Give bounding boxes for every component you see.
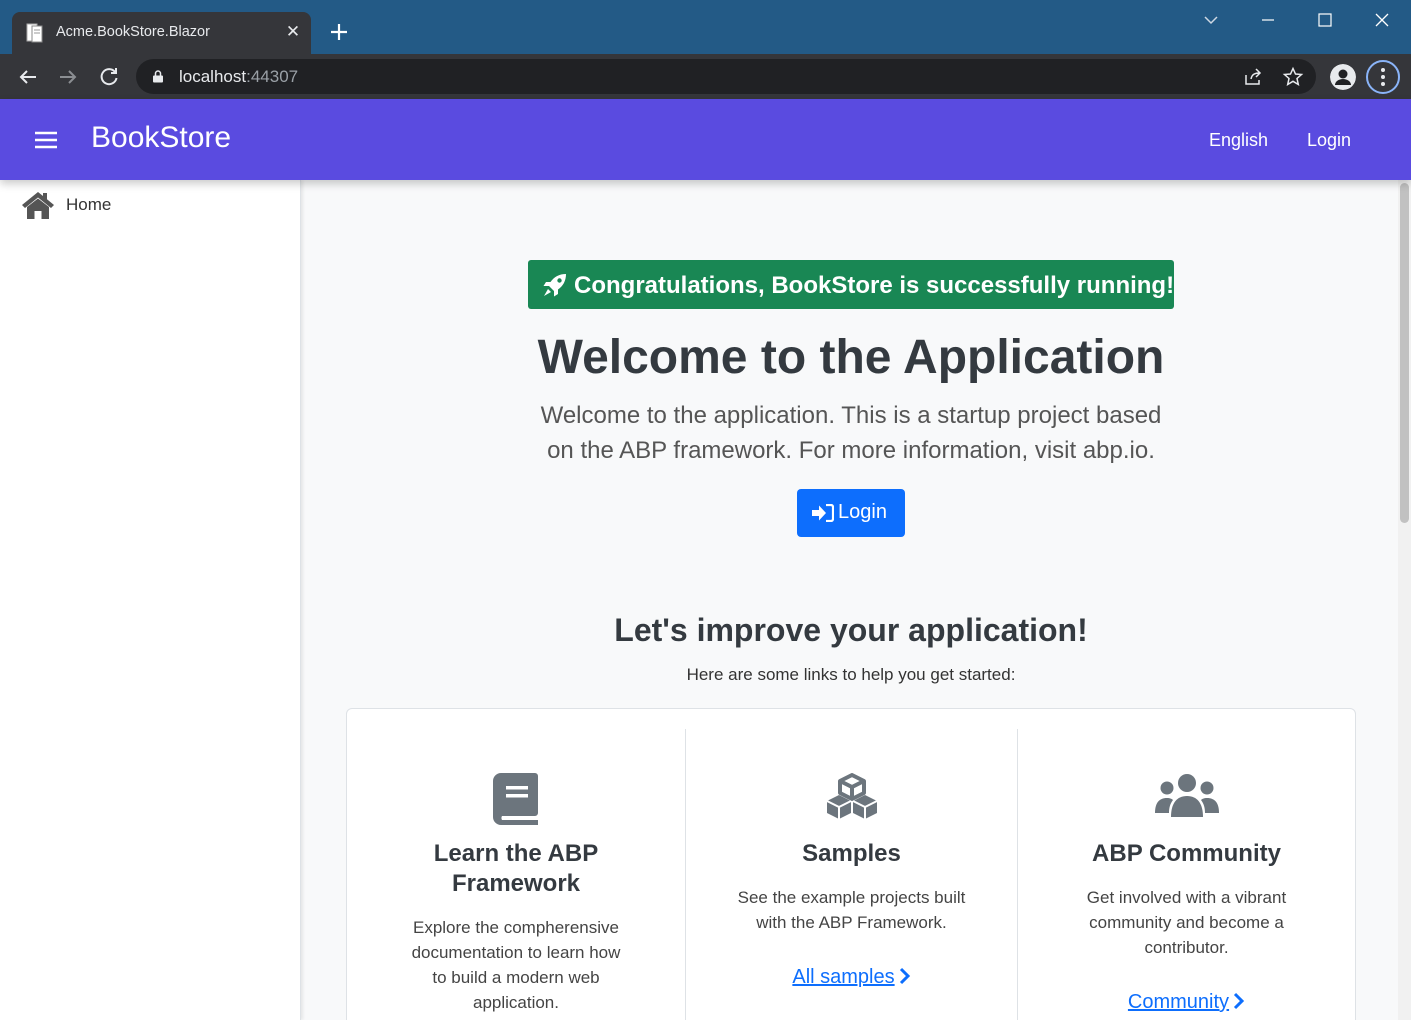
page-scrollbar[interactable] <box>1398 180 1411 1020</box>
cubes-icon <box>826 773 877 819</box>
card-learn-abp: Learn the ABP Framework Explore the comp… <box>347 729 685 1020</box>
improve-subtitle: Here are some links to help you get star… <box>686 665 1016 684</box>
all-samples-link[interactable]: All samples <box>686 966 1017 989</box>
card-description: See the example projects built with the … <box>737 888 966 932</box>
sidebar-item-home[interactable]: Home <box>20 190 280 222</box>
header-login-link[interactable]: Login <box>1307 130 1351 151</box>
profile-avatar-icon[interactable] <box>1330 64 1356 90</box>
sign-in-icon <box>812 504 834 522</box>
getting-started-cards: Learn the ABP Framework Explore the comp… <box>346 708 1356 1020</box>
tab-close-icon[interactable]: ✕ <box>282 21 304 43</box>
browser-toolbar: localhost:44307 <box>0 54 1411 99</box>
home-icon <box>22 192 54 219</box>
minimize-icon[interactable] <box>1253 8 1283 32</box>
card-samples: Samples See the example projects built w… <box>686 729 1017 1020</box>
rocket-icon <box>543 274 566 297</box>
card-title: Samples <box>802 840 901 867</box>
success-banner: Congratulations, BookStore is successful… <box>528 260 1174 309</box>
card-description: Explore the compherensive documentation … <box>411 918 621 1012</box>
page-title: Welcome to the Application <box>537 331 1165 384</box>
welcome-description: Welcome to the application. This is a st… <box>540 402 1162 464</box>
card-community: ABP Community Get involved with a vibran… <box>1018 729 1355 1020</box>
app-header: BookStore English Login <box>0 99 1411 180</box>
community-link[interactable]: Community <box>1018 991 1355 1014</box>
browser-menu-icon[interactable] <box>1366 60 1400 94</box>
card-title: Learn the ABP Framework <box>433 840 599 897</box>
menu-toggle-icon[interactable] <box>34 130 58 150</box>
new-tab-icon[interactable] <box>326 19 352 45</box>
back-icon[interactable] <box>14 63 42 91</box>
maximize-icon[interactable] <box>1310 8 1340 32</box>
close-window-icon[interactable] <box>1367 8 1397 32</box>
language-selector[interactable]: English <box>1209 130 1268 151</box>
forward-icon[interactable] <box>54 63 82 91</box>
browser-tab[interactable]: Acme.BookStore.Blazor ✕ <box>12 12 311 54</box>
scrollbar-thumb[interactable] <box>1400 183 1409 523</box>
improve-heading: Let's improve your application! <box>614 612 1088 648</box>
card-description: Get involved with a vibrant community an… <box>1086 888 1287 957</box>
sidebar-item-label: Home <box>66 195 112 214</box>
reload-icon[interactable] <box>95 63 123 91</box>
login-button[interactable]: Login <box>797 489 905 537</box>
main-content: Congratulations, BookStore is successful… <box>302 180 1398 1020</box>
address-bar[interactable]: localhost:44307 <box>136 59 1316 94</box>
users-icon <box>1154 774 1219 817</box>
tab-title: Acme.BookStore.Blazor <box>56 24 210 40</box>
browser-titlebar: Acme.BookStore.Blazor ✕ <box>0 0 1411 54</box>
lock-icon <box>153 70 163 83</box>
tab-search-icon[interactable] <box>1196 8 1226 32</box>
brand-title[interactable]: BookStore <box>91 121 231 155</box>
book-icon <box>493 773 538 825</box>
chevron-right-icon <box>899 967 910 985</box>
chevron-right-icon <box>1234 992 1245 1010</box>
sidebar: Home <box>0 180 301 1020</box>
share-icon[interactable] <box>1242 66 1264 88</box>
card-title: ABP Community <box>1092 840 1281 867</box>
url-text[interactable]: localhost:44307 <box>179 67 298 87</box>
bookmark-star-icon[interactable] <box>1282 66 1304 88</box>
success-banner-text: Congratulations, BookStore is successful… <box>574 272 1175 299</box>
page-favicon-icon <box>26 23 43 43</box>
